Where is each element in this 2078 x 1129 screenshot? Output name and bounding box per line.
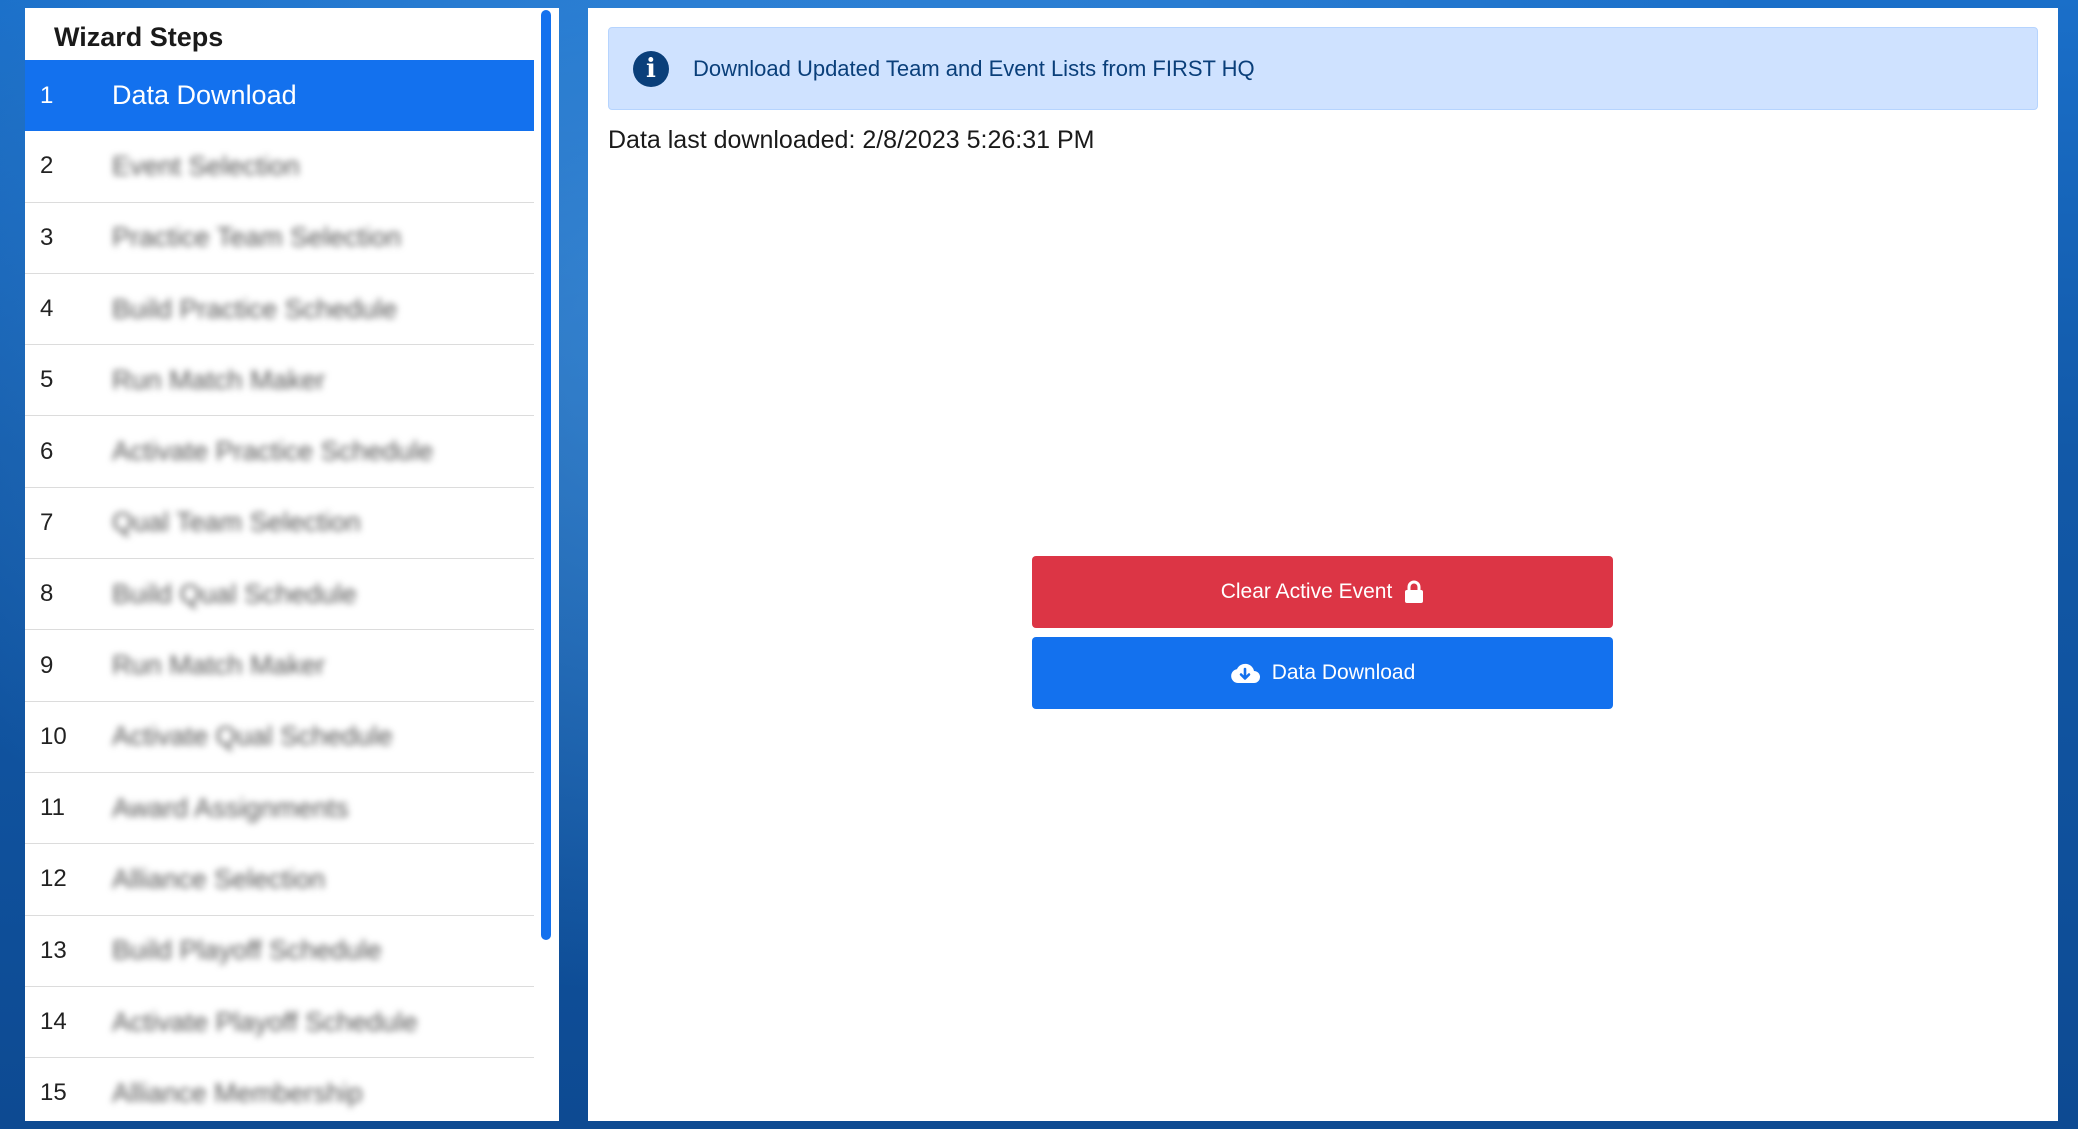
sidebar-title: Wizard Steps [54,22,224,52]
step-number: 9 [40,651,54,679]
step-item[interactable]: 14 Activate Playoff Schedule [25,987,534,1059]
step-label: Build Playoff Schedule [112,935,382,966]
step-number: 2 [40,152,54,180]
step-number: 5 [40,366,54,394]
main-panel: i Download Updated Team and Event Lists … [588,8,2058,1121]
step-label: Activate Practice Schedule [112,436,434,467]
step-item[interactable]: 7 Qual Team Selection [25,488,534,560]
sidebar-scrollbar[interactable] [541,10,551,940]
step-item[interactable]: 15 Alliance Membership [25,1058,534,1121]
step-item[interactable]: 10 Activate Qual Schedule [25,702,534,773]
clear-active-event-button[interactable]: Clear Active Event [1032,556,1613,628]
step-item[interactable]: 9 Run Match Maker [25,630,534,702]
info-circle-icon: i [633,50,669,87]
step-number: 10 [40,722,67,750]
download-button-label: Data Download [1271,661,1416,684]
step-item[interactable]: 1 Data Download [25,60,534,132]
step-label: Alliance Membership [112,1077,363,1108]
step-number: 7 [40,508,54,536]
step-item[interactable]: 12 Alliance Selection [25,844,534,916]
step-item[interactable]: 2 Event Selection [25,131,534,203]
step-number: 15 [40,1079,67,1107]
step-label: Activate Qual Schedule [112,721,393,752]
step-number: 13 [40,936,67,964]
step-number: 11 [40,794,65,822]
data-download-button[interactable]: Data Download [1032,637,1613,709]
step-list: 1 Data Download 2 Event Selection 3 Practic… [25,60,534,1121]
step-number: 8 [40,580,54,608]
step-label: Run Match Maker [112,650,326,681]
step-number: 14 [40,1008,67,1035]
step-label: Build Qual Schedule [112,578,357,609]
step-label: Award Assignments [112,792,349,823]
last-downloaded-text: Data last downloaded: 2/8/2023 5:26:31 P… [608,126,1095,154]
step-item[interactable]: 13 Build Playoff Schedule [25,916,534,987]
step-label: Alliance Selection [112,863,326,894]
step-item[interactable]: 8 Build Qual Schedule [25,559,534,631]
step-label: Qual Team Selection [112,507,361,538]
step-number: 6 [40,437,54,465]
step-item[interactable]: 4 Build Practice Schedule [25,274,534,346]
step-item[interactable]: 3 Practice Team Selection [25,203,534,274]
step-number: 3 [40,223,54,251]
lock-icon [1405,580,1424,603]
step-item[interactable]: 6 Activate Practice Schedule [25,416,534,488]
step-label: Data Download [112,80,297,111]
step-label: Build Practice Schedule [112,293,398,324]
step-label: Event Selection [112,150,300,181]
step-item[interactable]: 5 Run Match Maker [25,345,534,417]
step-label: Practice Team Selection [112,222,402,253]
clear-button-label: Clear Active Event [1220,580,1393,603]
step-number: 4 [40,295,54,323]
step-number: 12 [40,865,67,893]
info-message: Download Updated Team and Event Lists fr… [693,55,1255,81]
wizard-steps-sidebar: Wizard Steps 1 Data Download 2 Event Selec… [25,8,559,1121]
step-number: 1 [40,81,54,109]
info-alert: i Download Updated Team and Event Lists … [608,27,2038,110]
cloud-download-icon [1230,663,1260,683]
step-label: Activate Playoff Schedule [112,1006,418,1037]
step-label: Run Match Maker [112,364,326,395]
step-item[interactable]: 11 Award Assignments [25,773,534,845]
